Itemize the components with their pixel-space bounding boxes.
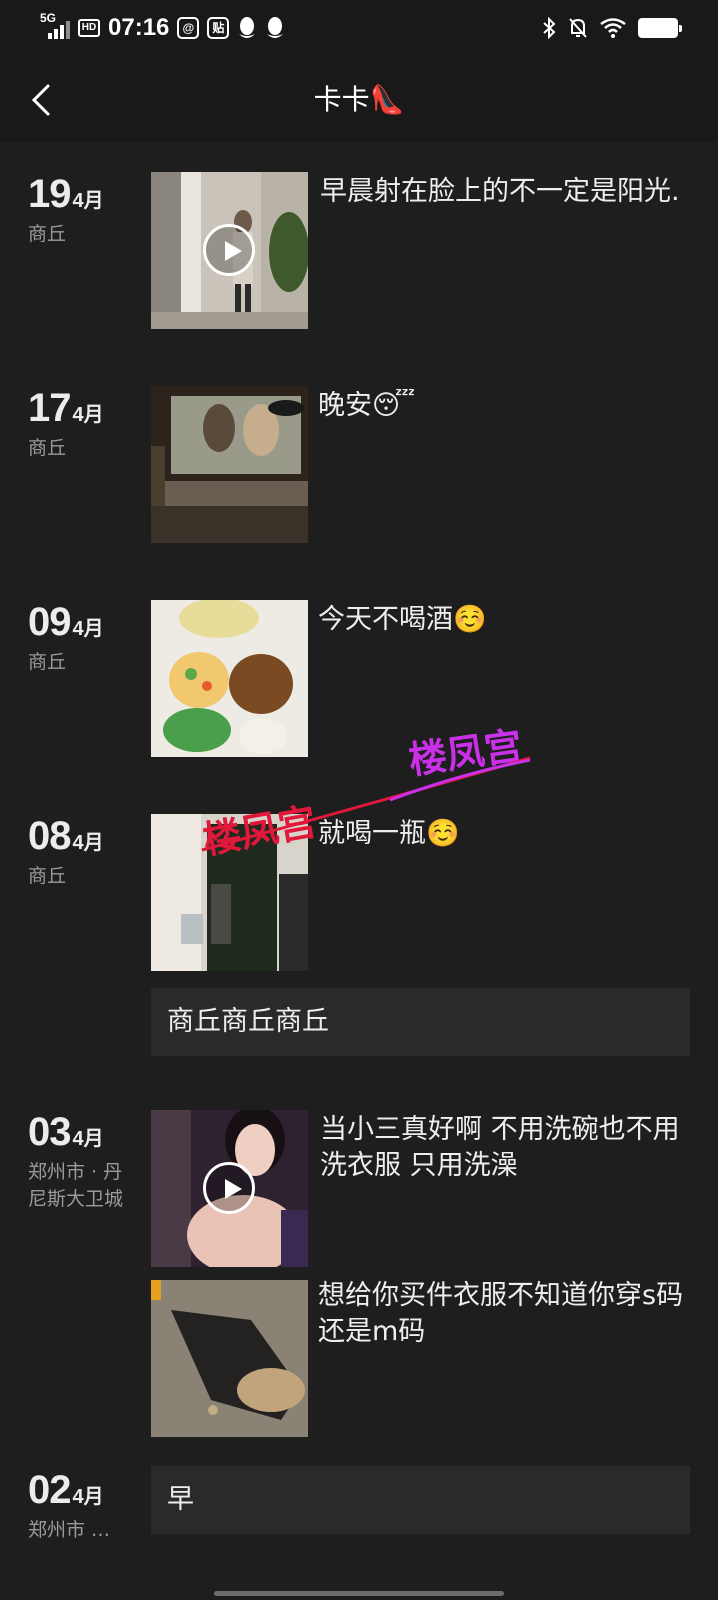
entry-date: 19 4月 商丘 (28, 172, 138, 248)
entry-caption: 早晨射在脸上的不一定是阳光. (320, 176, 680, 207)
thumbnail-image (151, 1280, 308, 1437)
bluetooth-icon (543, 17, 556, 39)
entry-caption: 晚安😴 (318, 388, 688, 424)
status-right: 99 (542, 14, 682, 42)
entry-month: 4月 (72, 1128, 104, 1150)
play-icon[interactable] (203, 224, 255, 276)
signal-icon: 5G (40, 11, 70, 41)
entry-date: 17 4月 商丘 (28, 386, 138, 462)
video-thumbnail[interactable] (151, 1110, 308, 1267)
entry-location: 郑州市 · 丹尼斯大卫城 (28, 1161, 124, 1210)
wifi-icon (600, 18, 626, 38)
entry-caption: 当小三真好啊 不用洗碗也不用洗衣服 只用洗澡 (320, 1114, 680, 1181)
network-type: 5G (40, 11, 57, 25)
video-thumbnail[interactable] (151, 172, 308, 329)
entry-month: 4月 (72, 832, 104, 854)
entry-day: 09 (28, 600, 71, 644)
thumbnail-image (151, 600, 308, 757)
entry-caption: 今天不喝酒☺️ (318, 604, 487, 635)
entry-date: 03 4月 郑州市 · 丹尼斯大卫城 (28, 1110, 138, 1213)
home-indicator[interactable] (214, 1591, 504, 1596)
entry-caption-text: 晚安😴 (318, 390, 416, 421)
entry-month: 4月 (72, 404, 104, 426)
entry-month: 4月 (72, 618, 104, 640)
play-icon[interactable] (203, 1162, 255, 1214)
entry-location: 商丘 (28, 651, 67, 673)
entry-location: 商丘 (28, 437, 67, 459)
entry-month: 4月 (72, 190, 104, 212)
entry-caption: 想给你买件衣服不知道你穿s码还是m码 (318, 1280, 684, 1347)
status-bar: 5G HD 07:16 @ 贴 99 (0, 0, 718, 56)
mute-bell-icon (569, 18, 587, 38)
text-post-card[interactable]: 早 (151, 1466, 690, 1534)
watermark-swoosh (201, 756, 531, 852)
thumbnail-image (151, 386, 308, 543)
nav-bar: 卡卡👠 (0, 56, 718, 142)
entry-date: 08 4月 商丘 (28, 814, 138, 890)
entry-day: 03 (28, 1110, 71, 1154)
image-thumbnail[interactable] (151, 1280, 308, 1437)
tieba-app-icon: 贴 (207, 17, 230, 39)
page-title: 卡卡👠 (0, 78, 718, 118)
qq-icon (267, 17, 284, 38)
hd-icon: HD (78, 19, 100, 37)
text-post-card[interactable]: 商丘商丘商丘 (151, 988, 690, 1056)
entry-day: 17 (28, 386, 71, 430)
image-thumbnail[interactable] (151, 600, 308, 757)
entry-day: 02 (28, 1468, 71, 1512)
entry-date: 02 4月 郑州市 … (28, 1468, 138, 1544)
entry-date: 09 4月 商丘 (28, 600, 138, 676)
status-left: 5G HD 07:16 @ 贴 (40, 11, 285, 44)
battery-icon: 99 (638, 18, 682, 38)
entry-location: 商丘 (28, 865, 67, 887)
image-thumbnail[interactable] (151, 386, 308, 543)
page-title-text: 卡卡👠 (313, 83, 405, 116)
entry-day: 08 (28, 814, 71, 858)
clock: 07:16 (108, 14, 170, 41)
at-app-icon: @ (177, 17, 200, 39)
entry-location: 商丘 (28, 223, 67, 245)
qq-icon (239, 17, 256, 38)
entry-day: 19 (28, 172, 71, 216)
entry-location: 郑州市 … (28, 1519, 111, 1541)
entry-month: 4月 (72, 1486, 104, 1508)
